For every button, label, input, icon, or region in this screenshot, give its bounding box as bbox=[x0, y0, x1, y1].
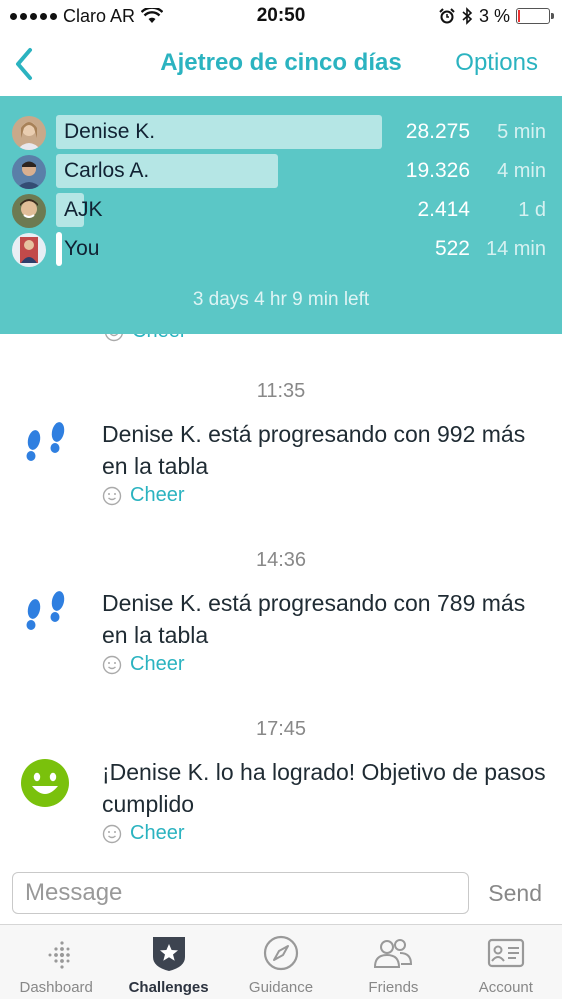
tab-label: Friends bbox=[368, 979, 419, 996]
avatar bbox=[12, 116, 46, 150]
feed-message: Denise K. está progresando con 992 más e… bbox=[102, 421, 526, 479]
tab-dashboard[interactable]: Dashboard bbox=[0, 925, 112, 999]
avatar bbox=[12, 155, 46, 189]
battery-icon bbox=[516, 8, 554, 24]
alarm-icon bbox=[439, 8, 455, 24]
status-bar-right: 3 % bbox=[439, 5, 554, 27]
activity-feed[interactable]: Cheer 11:35 Denise K. está progresando c… bbox=[0, 334, 562, 864]
back-chevron-icon[interactable] bbox=[10, 44, 40, 84]
smile-outline-icon bbox=[102, 655, 122, 674]
options-button[interactable]: Options bbox=[455, 49, 538, 77]
account-card-icon bbox=[487, 938, 524, 968]
avatar bbox=[12, 233, 46, 267]
message-input[interactable] bbox=[12, 872, 469, 914]
compass-icon bbox=[263, 935, 299, 971]
participant-name: You bbox=[64, 237, 100, 260]
participant-name: Carlos A. bbox=[64, 159, 150, 182]
cheer-label: Cheer bbox=[130, 822, 185, 844]
smiley-face-icon bbox=[21, 759, 69, 807]
status-bar-left: Claro AR bbox=[10, 5, 164, 27]
navigation-bar: Ajetreo de cinco días Options bbox=[0, 32, 562, 96]
participant-name: AJK bbox=[64, 198, 103, 221]
progress-bar bbox=[56, 232, 62, 266]
participant-last-sync: 1 d bbox=[518, 199, 546, 221]
cheer-label: Cheer bbox=[130, 484, 185, 506]
signal-icon bbox=[10, 12, 57, 20]
participant-steps: 28.275 bbox=[405, 120, 470, 143]
battery-percent: 3 % bbox=[478, 5, 510, 26]
dashboard-icon bbox=[48, 941, 71, 969]
status-bar: Claro AR 20:50 3 % bbox=[0, 0, 562, 32]
footsteps-icon bbox=[26, 591, 65, 630]
feed-timestamp: 14:36 bbox=[255, 549, 307, 571]
smile-outline-icon bbox=[102, 824, 122, 843]
cheer-button[interactable]: Cheer bbox=[102, 653, 184, 676]
tab-label: Challenges bbox=[128, 979, 209, 996]
tab-account[interactable]: Account bbox=[450, 925, 562, 999]
cheer-label: Cheer bbox=[130, 653, 185, 675]
tab-challenges[interactable]: Challenges bbox=[112, 925, 224, 999]
participant-name: Denise K. bbox=[64, 120, 156, 143]
cheer-button[interactable]: Cheer bbox=[104, 334, 186, 343]
send-button[interactable]: Send bbox=[488, 880, 542, 907]
carrier-label: Claro AR bbox=[63, 5, 136, 26]
tab-bar: Dashboard Challenges Guidance Friends Ac… bbox=[0, 924, 562, 999]
feed-timestamp: 11:35 bbox=[256, 380, 306, 402]
leaderboard-row[interactable]: You 522 14 min bbox=[0, 230, 562, 269]
smile-outline-icon bbox=[105, 334, 123, 341]
feed-timestamp: 17:45 bbox=[255, 718, 307, 740]
tab-guidance[interactable]: Guidance bbox=[225, 925, 337, 999]
leaderboard-row[interactable]: Carlos A. 19.326 4 min bbox=[0, 152, 562, 191]
participant-last-sync: 5 min bbox=[497, 121, 546, 143]
leaderboard-row[interactable]: Denise K. 28.275 5 min bbox=[0, 113, 562, 152]
cheer-label: Cheer bbox=[132, 334, 186, 343]
bluetooth-icon bbox=[462, 7, 473, 25]
message-bar: Send bbox=[0, 864, 562, 924]
challenges-icon bbox=[152, 937, 185, 971]
friends-icon bbox=[374, 939, 413, 968]
avatar bbox=[12, 194, 46, 228]
tab-label: Dashboard bbox=[19, 979, 93, 996]
participant-steps: 522 bbox=[434, 237, 470, 260]
footsteps-icon bbox=[26, 422, 65, 461]
leaderboard-row[interactable]: AJK 2.414 1 d bbox=[0, 191, 562, 230]
cheer-button[interactable]: Cheer bbox=[102, 822, 184, 845]
feed-message: Denise K. está progresando con 789 más e… bbox=[102, 590, 526, 648]
smile-outline-icon bbox=[102, 486, 122, 505]
participant-last-sync: 14 min bbox=[485, 238, 546, 260]
participant-steps: 19.326 bbox=[405, 159, 470, 182]
tab-label: Guidance bbox=[248, 979, 314, 996]
tab-label: Account bbox=[478, 979, 533, 996]
participant-last-sync: 4 min bbox=[497, 160, 546, 182]
cheer-button[interactable]: Cheer bbox=[102, 484, 184, 507]
tab-friends[interactable]: Friends bbox=[337, 925, 449, 999]
challenge-time-left: 3 days 4 hr 9 min left bbox=[192, 289, 370, 310]
feed-message: ¡Denise K. lo ha logrado! Objetivo de pa… bbox=[102, 759, 546, 817]
participant-steps: 2.414 bbox=[417, 198, 470, 221]
wifi-icon bbox=[141, 8, 164, 23]
leaderboard: Denise K. 28.275 5 min Carlos A. 19.326 … bbox=[0, 96, 562, 334]
